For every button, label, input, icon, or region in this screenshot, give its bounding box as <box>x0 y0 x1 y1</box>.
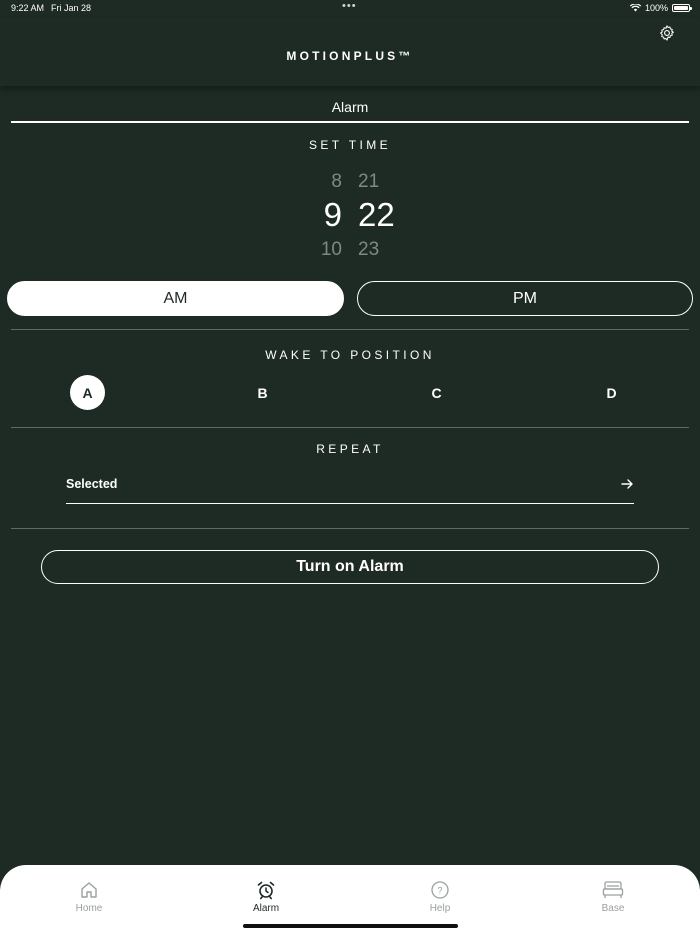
section-divider <box>11 329 689 330</box>
hour-option-prev[interactable]: 8 <box>331 171 342 193</box>
svg-text:?: ? <box>437 886 442 896</box>
brand-logo: MOTIONPLUS™ <box>286 49 414 63</box>
tab-help[interactable]: ? Help <box>405 880 475 914</box>
repeat-selector[interactable]: Selected <box>66 474 634 504</box>
status-right: 100% <box>629 3 692 13</box>
position-d-button[interactable]: D <box>594 375 629 410</box>
battery-icon <box>672 4 692 12</box>
home-indicator[interactable] <box>243 924 458 928</box>
turn-on-alarm-button[interactable]: Turn on Alarm <box>41 550 659 584</box>
repeat-value: Selected <box>66 477 118 491</box>
app-header: MOTIONPLUS™ <box>0 18 700 86</box>
tab-alarm[interactable]: Alarm <box>231 880 301 914</box>
hour-option-next[interactable]: 10 <box>321 239 342 261</box>
tab-home-label: Home <box>75 903 103 914</box>
section-divider <box>11 427 689 428</box>
multitasking-dots[interactable]: ••• <box>342 0 357 12</box>
tab-base-label: Base <box>601 903 625 914</box>
help-icon: ? <box>431 881 449 899</box>
position-c-button[interactable]: C <box>419 375 454 410</box>
tab-help-label: Help <box>429 903 451 914</box>
alarm-clock-icon <box>257 881 275 900</box>
tab-home[interactable]: Home <box>54 880 124 914</box>
home-icon <box>81 882 97 898</box>
minute-picker-selected[interactable]: 22 <box>358 196 395 234</box>
title-underline <box>11 121 689 123</box>
status-time: 9:22 AM <box>11 3 45 13</box>
minute-option-next[interactable]: 23 <box>358 239 379 261</box>
gear-icon[interactable] <box>658 24 676 42</box>
page-title: Alarm <box>331 99 369 115</box>
position-b-button[interactable]: B <box>245 375 280 410</box>
repeat-label: REPEAT <box>316 442 384 456</box>
am-button[interactable]: AM <box>7 281 344 316</box>
section-divider <box>11 528 689 529</box>
position-a-button[interactable]: A <box>70 375 105 410</box>
wake-position-label: WAKE TO POSITION <box>265 348 435 362</box>
tab-base[interactable]: Base <box>578 880 648 914</box>
battery-percent: 100% <box>644 3 668 13</box>
alarm-screen: 9:22 AM Fri Jan 28 ••• 100% MOTIONPLUS™ … <box>0 0 700 934</box>
pm-button[interactable]: PM <box>357 281 693 316</box>
bed-icon <box>602 881 624 898</box>
arrow-right-icon <box>621 479 633 489</box>
hour-picker-selected[interactable]: 9 <box>324 196 342 234</box>
tab-alarm-label: Alarm <box>252 903 280 914</box>
wifi-icon <box>629 4 641 12</box>
set-time-label: SET TIME <box>308 138 392 152</box>
status-bar: 9:22 AM Fri Jan 28 ••• 100% <box>0 0 700 18</box>
bottom-tab-bar: Home Alarm ? Help Base <box>0 865 700 934</box>
status-date: Fri Jan 28 <box>51 3 92 13</box>
minute-option-prev[interactable]: 21 <box>358 171 379 193</box>
